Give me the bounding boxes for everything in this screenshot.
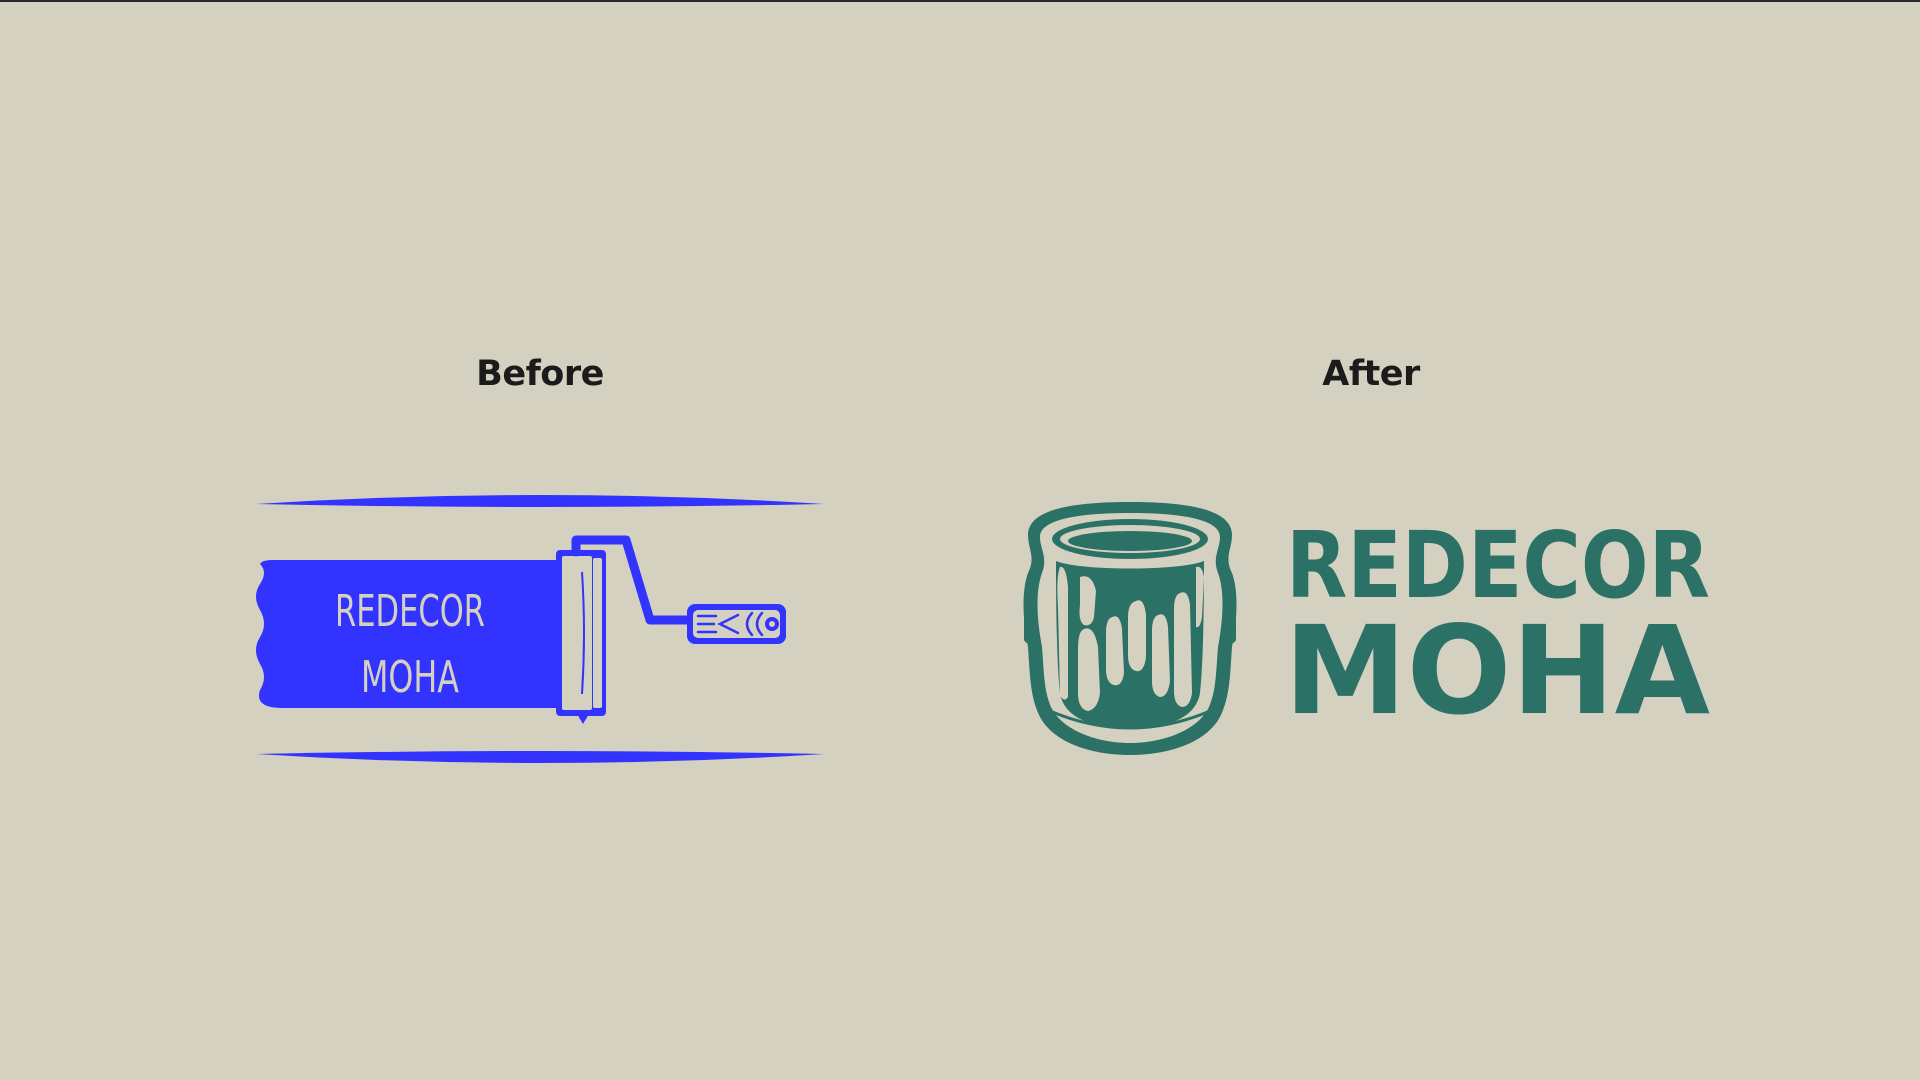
paint-can-icon (1023, 502, 1237, 755)
before-logo-line1: REDECOR (335, 586, 485, 637)
before-logo: REDECOR MOHA (256, 495, 824, 763)
after-heading: After (1322, 354, 1420, 394)
roller-cylinder (556, 550, 606, 724)
roller-handle (687, 604, 786, 644)
before-logo-line2: MOHA (361, 652, 459, 703)
after-logo: REDECOR MOHA (1023, 502, 1710, 755)
bottom-stripe (256, 751, 824, 763)
top-stripe (256, 495, 824, 507)
after-logo-line2: MOHA (1284, 600, 1710, 742)
comparison-canvas: Before After REDECOR MOHA REDECOR MOHA (0, 0, 1920, 1080)
before-heading: Before (476, 354, 604, 394)
